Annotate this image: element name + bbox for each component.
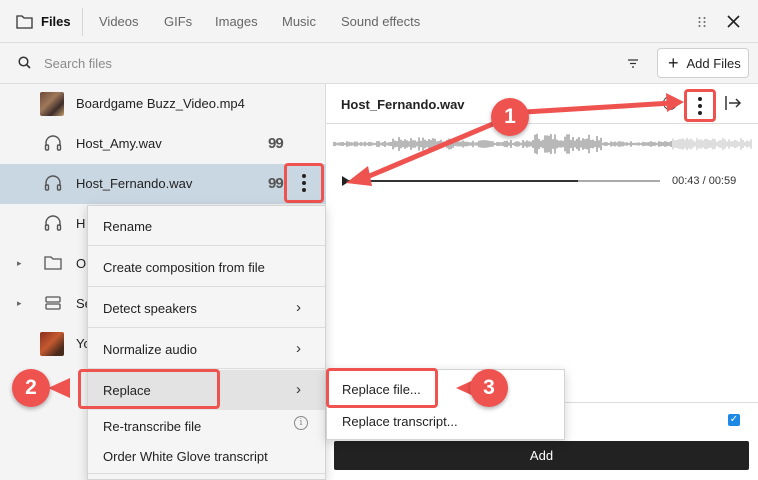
annotation-badge-3: 3 xyxy=(470,369,508,407)
annotation-badge-1: 1 xyxy=(491,98,529,136)
annotation-badge-2: 2 xyxy=(12,369,50,407)
annotation-arrows xyxy=(48,93,684,398)
